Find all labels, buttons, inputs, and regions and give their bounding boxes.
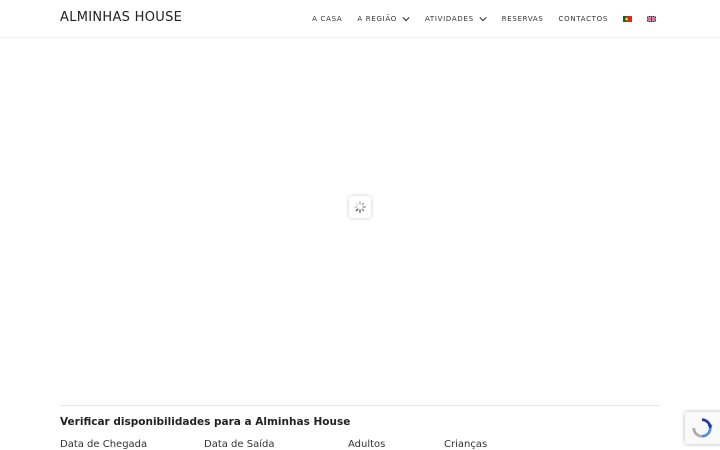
- adults-label: Adultos: [348, 439, 386, 450]
- chevron-down-icon: [479, 17, 487, 22]
- pt-flag-icon[interactable]: [623, 16, 632, 22]
- loading-indicator: [349, 196, 371, 218]
- spinner-icon: [354, 201, 366, 213]
- nav-item-label: A REGIÃO: [357, 15, 397, 23]
- recaptcha-icon: [692, 418, 713, 438]
- nav-item-contactos[interactable]: CONTACTOS: [559, 15, 608, 23]
- booking-title: Verificar disponibilidades para a Alminh…: [60, 416, 351, 428]
- departure-date-label: Data de Saída: [204, 439, 275, 450]
- chevron-down-icon: [402, 17, 410, 22]
- site-header: ALMINHAS HOUSE A CASA A REGIÃO ATIVIDADE…: [0, 0, 720, 38]
- nav-item-label: RESERVAS: [501, 15, 544, 23]
- main-navigation: A CASA A REGIÃO ATIVIDADES RESERVAS CONT…: [297, 0, 656, 38]
- nav-item-label: A CASA: [312, 15, 343, 23]
- nav-item-atividades[interactable]: ATIVIDADES: [425, 15, 487, 23]
- nav-item-label: ATIVIDADES: [424, 15, 474, 23]
- section-divider: [60, 405, 660, 406]
- recaptcha-badge[interactable]: [685, 412, 720, 444]
- site-title-link[interactable]: ALMINHAS HOUSE: [60, 10, 182, 25]
- children-label: Crianças: [444, 439, 488, 450]
- en-flag-icon[interactable]: [647, 16, 656, 22]
- nav-item-a-regiao[interactable]: A REGIÃO: [357, 15, 410, 23]
- arrival-date-label: Data de Chegada: [60, 439, 148, 450]
- hero-slider: [0, 38, 720, 405]
- nav-item-a-casa[interactable]: A CASA: [312, 15, 342, 23]
- nav-item-reservas[interactable]: RESERVAS: [502, 15, 544, 23]
- nav-item-label: CONTACTOS: [558, 15, 608, 23]
